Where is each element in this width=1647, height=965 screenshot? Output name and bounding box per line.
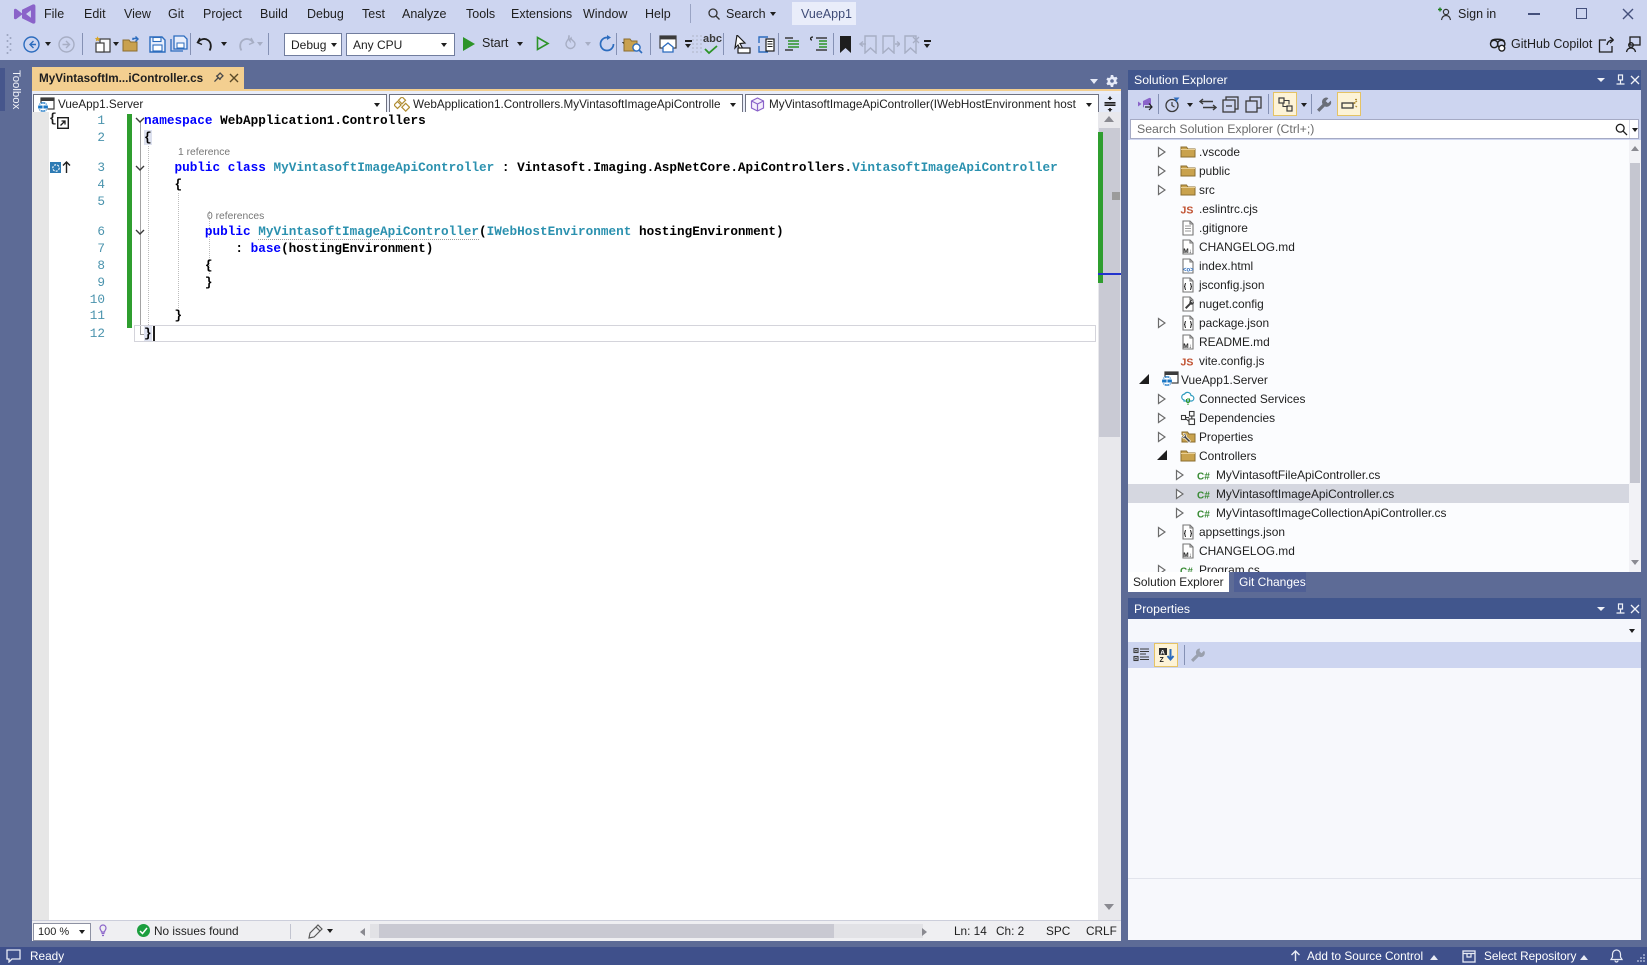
svg-text:A: A bbox=[1160, 649, 1165, 656]
svg-text:Z: Z bbox=[1160, 657, 1165, 663]
